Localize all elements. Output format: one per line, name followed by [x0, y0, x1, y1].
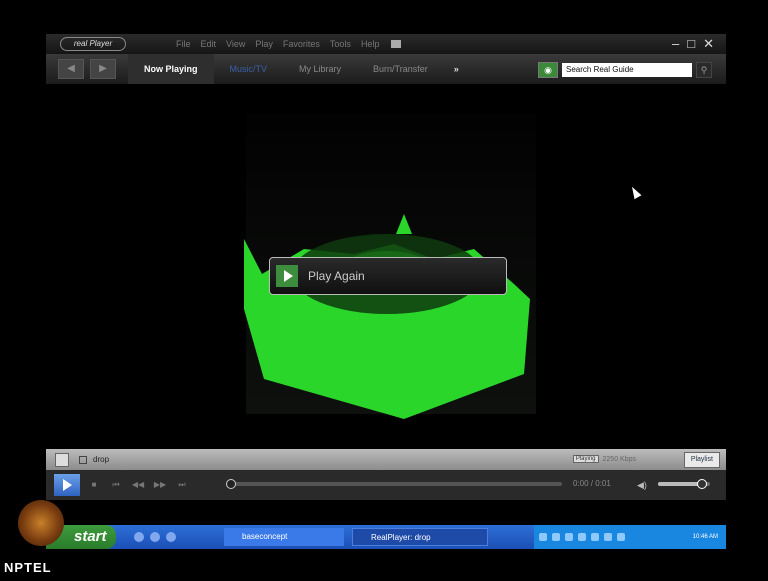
seek-track	[226, 482, 562, 486]
tab-strip: Now Playing Music/TV My Library Burn/Tra…	[128, 54, 444, 84]
taskbar-item-baseconcept[interactable]: baseconcept	[224, 528, 344, 546]
search-go-button[interactable]: ⚲	[696, 62, 712, 78]
volume-slider[interactable]	[658, 479, 710, 489]
video-frame-shape	[244, 214, 530, 419]
volume-icon[interactable]: ◀)	[637, 480, 647, 491]
status-bar: drop Playing 2250 Kbps Playlist	[46, 449, 726, 470]
nptel-logo: NPTEL	[0, 500, 80, 581]
menu-file[interactable]: File	[176, 39, 191, 49]
nptel-seal-icon	[18, 500, 64, 546]
forward-arrow-icon[interactable]: ▶	[90, 59, 116, 79]
taskbar-item-realplayer[interactable]: RealPlayer: drop	[352, 528, 488, 546]
menu-edit[interactable]: Edit	[201, 39, 217, 49]
transport-bar: ■ ⏮ ◀◀ ▶▶ ⏭ 0:00 / 0:01 ◀)	[46, 470, 726, 500]
quick-launch	[134, 532, 176, 542]
realplayer-window: real Player File Edit View Play Favorite…	[46, 34, 726, 553]
status-badge: Playing	[572, 455, 599, 463]
volume-thumb[interactable]	[697, 479, 708, 489]
title-bar: real Player File Edit View Play Favorite…	[46, 34, 726, 54]
play-again-label: Play Again	[308, 269, 365, 283]
fast-forward-icon[interactable]: ▶▶	[152, 477, 168, 493]
playlist-button[interactable]: Playlist	[683, 452, 720, 468]
play-again-button[interactable]: Play Again	[269, 257, 507, 295]
search-globe-icon[interactable]: ◉	[538, 62, 558, 78]
close-button[interactable]: ✕	[703, 37, 714, 51]
tray-icon[interactable]	[539, 533, 547, 541]
seek-slider[interactable]	[226, 479, 562, 489]
menu-favorites[interactable]: Favorites	[283, 39, 320, 49]
playback-status: Playing 2250 Kbps	[572, 455, 636, 463]
rewind-icon[interactable]: ◀◀	[130, 477, 146, 493]
tab-now-playing[interactable]: Now Playing	[128, 54, 214, 84]
quick-launch-ie-icon[interactable]	[134, 532, 144, 542]
maximize-button[interactable]: □	[687, 37, 695, 51]
time-display: 0:00 / 0:01	[573, 479, 611, 488]
tray-icon[interactable]	[617, 533, 625, 541]
quick-launch-app-icon[interactable]	[166, 532, 176, 542]
tray-icon[interactable]	[552, 533, 560, 541]
volume-fill	[658, 482, 703, 486]
tray-icon[interactable]	[578, 533, 586, 541]
back-arrow-icon[interactable]: ◀	[58, 59, 84, 79]
realplayer-logo: real Player	[60, 37, 126, 51]
menu-tools[interactable]: Tools	[330, 39, 351, 49]
window-controls: – □ ✕	[672, 37, 714, 51]
tab-my-library[interactable]: My Library	[283, 54, 357, 84]
tray-icon[interactable]	[604, 533, 612, 541]
menu-play[interactable]: Play	[255, 39, 273, 49]
play-button[interactable]	[54, 474, 80, 496]
menu-help[interactable]: Help	[361, 39, 380, 49]
tab-music-tv[interactable]: Music/TV	[214, 54, 284, 84]
nptel-watermark-text: NPTEL	[4, 560, 52, 575]
edit-icon[interactable]	[55, 452, 69, 467]
more-tabs-button[interactable]: »	[454, 54, 459, 84]
menu-bar: File Edit View Play Favorites Tools Help	[176, 39, 379, 49]
search-input[interactable]: Search Real Guide	[562, 63, 692, 77]
tray-icon[interactable]	[565, 533, 573, 541]
tray-icon[interactable]	[591, 533, 599, 541]
play-icon	[276, 265, 298, 287]
clip-info-icon[interactable]	[79, 455, 87, 464]
stop-icon[interactable]: ■	[86, 477, 102, 493]
bitrate-text: 2250 Kbps	[602, 455, 636, 463]
windows-taskbar: start baseconcept RealPlayer: drop 10:46…	[46, 525, 726, 549]
search-area: ◉ Search Real Guide ⚲	[538, 62, 712, 78]
video-area[interactable]: Play Again	[46, 84, 726, 449]
tray-clock: 10:46 AM	[692, 534, 718, 540]
quick-launch-media-icon[interactable]	[150, 532, 160, 542]
next-icon[interactable]: ⏭	[174, 477, 190, 493]
seek-thumb[interactable]	[226, 479, 236, 489]
clip-title: drop	[93, 455, 110, 464]
menu-view[interactable]: View	[226, 39, 245, 49]
menu-extra-icon[interactable]	[391, 40, 402, 48]
nav-bar: ◀ ▶ Now Playing Music/TV My Library Burn…	[46, 54, 726, 84]
mouse-cursor-icon	[628, 184, 642, 200]
tab-burn-transfer[interactable]: Burn/Transfer	[357, 54, 444, 84]
previous-icon[interactable]: ⏮	[108, 477, 124, 493]
system-tray: 10:46 AM	[534, 525, 726, 549]
minimize-button[interactable]: –	[672, 37, 679, 51]
